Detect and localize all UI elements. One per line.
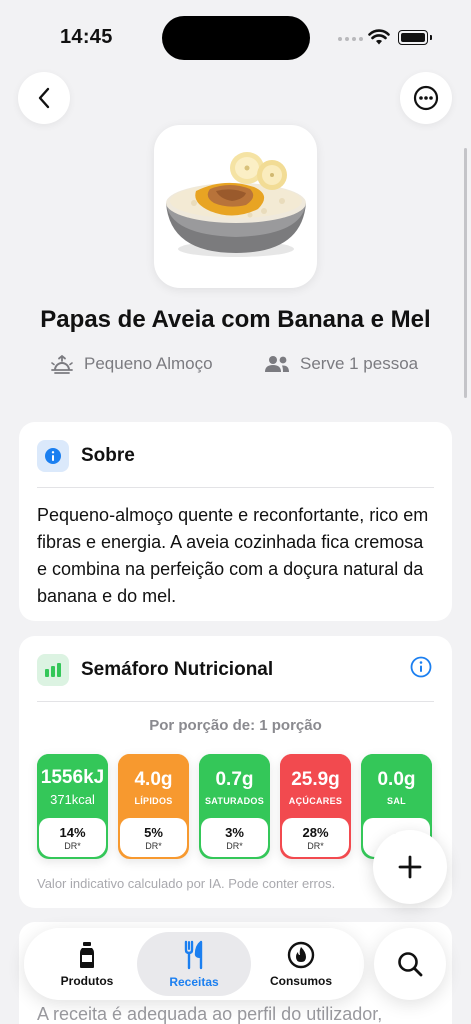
about-text: Pequeno-almoço quente e reconfortante, r… — [37, 505, 429, 606]
bar-chart-icon — [45, 663, 61, 677]
battery-icon — [398, 30, 432, 45]
tile-top: 0.7g SATURADOS — [199, 754, 270, 820]
tab-consumption[interactable]: Consumos — [256, 932, 346, 996]
dynamic-island — [162, 16, 310, 60]
tab-recipes-label: Receitas — [169, 974, 219, 989]
nutrient-value: 1556kJ — [40, 767, 105, 788]
nutrient-value: 0.7g — [215, 768, 254, 790]
chevron-left-icon — [38, 87, 50, 109]
tile-bottom: 3% DR* — [201, 818, 268, 857]
tile-top: 25.9g AÇÚCARES — [280, 754, 351, 820]
recipe-category: Pequeno Almoço — [50, 354, 213, 374]
recipe-category-label: Pequeno Almoço — [84, 354, 213, 373]
fork-knife-icon — [184, 940, 203, 969]
recipe-title: Papas de Aveia com Banana e Mel — [40, 306, 431, 333]
recipe-servings-label: Serve 1 pessoa — [300, 354, 419, 373]
plus-icon — [398, 855, 422, 879]
nutrient-tile-sugars: 25.9g AÇÚCARES 28% DR* — [280, 754, 351, 859]
wifi-icon — [368, 29, 390, 45]
suitability-text: A receita é adequada ao perfil do utiliz… — [37, 1004, 383, 1024]
nutrient-tile-saturated: 0.7g SATURADOS 3% DR* — [199, 754, 270, 859]
tile-bottom: 5% DR* — [120, 818, 187, 857]
tile-top: 0.0g SAL — [361, 754, 432, 820]
tab-recipes[interactable]: Receitas — [137, 932, 251, 996]
nutrient-value: 4.0g — [134, 768, 173, 790]
search-button[interactable] — [374, 928, 446, 1000]
chart-tile — [37, 654, 69, 686]
recipe-servings: Serve 1 pessoa — [264, 354, 418, 374]
nutrient-dr-label: DR* — [145, 840, 162, 851]
status-time: 14:45 — [60, 26, 113, 48]
recipe-image — [154, 125, 317, 288]
nutrition-title: Semáforo Nutricional — [81, 659, 274, 680]
bottle-icon — [80, 941, 94, 968]
nutrient-tiles: 1556kJ 371kcal 14% DR* 4.0g LÍPIDOS 5% D… — [37, 754, 432, 859]
tile-bottom: 14% DR* — [39, 818, 106, 857]
add-button[interactable] — [373, 830, 447, 904]
divider — [37, 701, 434, 702]
nutrient-label: AÇÚCARES — [288, 795, 343, 806]
nutrient-value: 25.9g — [291, 768, 340, 790]
nutrient-percent: 14% — [59, 824, 86, 840]
nutrient-percent: 3% — [225, 824, 244, 840]
info-circle-fill-icon — [45, 448, 61, 464]
nutrient-tile-fat: 4.0g LÍPIDOS 5% DR* — [118, 754, 189, 859]
ellipsis-circle-icon — [413, 85, 439, 111]
nutrient-tile-energy: 1556kJ 371kcal 14% DR* — [37, 754, 108, 859]
tile-bottom: 28% DR* — [282, 818, 349, 857]
nutrient-value: 0.0g — [377, 768, 416, 790]
info-circle-icon[interactable] — [410, 656, 432, 678]
search-icon — [398, 952, 423, 977]
nutrient-subvalue: 371kcal — [50, 792, 95, 807]
info-tile — [37, 440, 69, 472]
tab-consumption-label: Consumos — [269, 973, 332, 988]
tile-top: 1556kJ 371kcal — [37, 754, 108, 820]
portion-label: Por porção de: 1 porção — [149, 717, 322, 734]
more-options-button[interactable] — [400, 72, 452, 124]
back-button[interactable] — [18, 72, 70, 124]
tab-bar: Produtos Receitas Consumos — [24, 928, 364, 1000]
nutrient-percent: 28% — [302, 824, 329, 840]
divider — [37, 487, 434, 488]
nutrient-label: LÍPIDOS — [134, 795, 173, 806]
nutrient-label: SAL — [387, 795, 406, 806]
tab-products-label: Produtos — [60, 973, 114, 988]
tab-products[interactable]: Produtos — [42, 932, 132, 996]
nutrient-dr-label: DR* — [64, 840, 81, 851]
about-card: Sobre Pequeno-almoço quente e reconforta… — [19, 422, 452, 621]
about-title: Sobre — [81, 445, 135, 466]
nutrient-percent: 5% — [144, 824, 163, 840]
cellular-signal-icon — [338, 37, 363, 41]
ai-disclaimer: Valor indicativo calculado por IA. Pode … — [37, 876, 336, 891]
scrollbar[interactable] — [464, 148, 467, 398]
status-bar: 14:45 — [0, 0, 471, 72]
nutrient-dr-label: DR* — [307, 840, 324, 851]
sunrise-icon — [51, 354, 73, 374]
people-icon — [265, 356, 289, 372]
tile-top: 4.0g LÍPIDOS — [118, 754, 189, 820]
nutrient-dr-label: DR* — [226, 840, 243, 851]
nutrient-label: SATURADOS — [204, 795, 265, 806]
flame-circle-icon — [287, 941, 315, 968]
